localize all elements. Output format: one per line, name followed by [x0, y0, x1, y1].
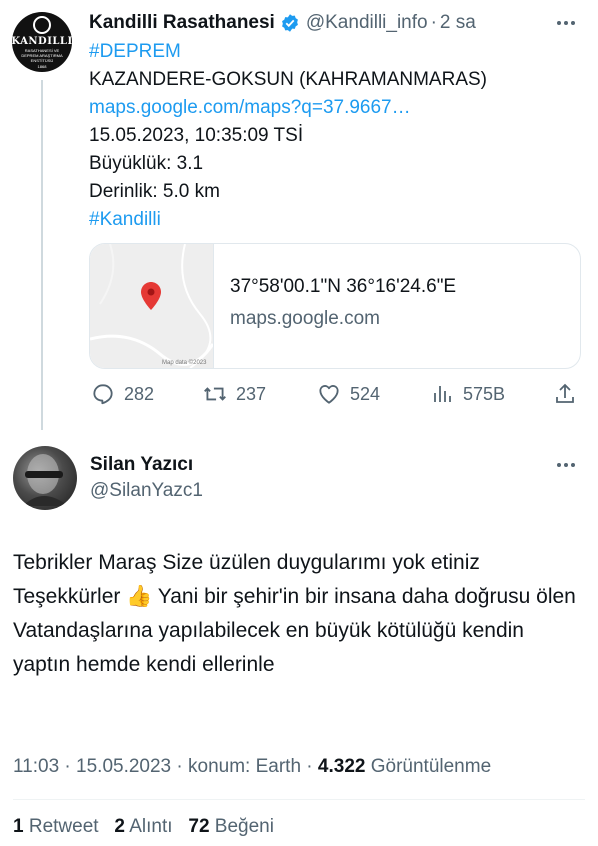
- like-count: 524: [350, 383, 381, 404]
- like-button[interactable]: 524: [316, 381, 380, 407]
- likes-count: 72: [188, 816, 210, 837]
- map-pin-icon: [141, 282, 161, 310]
- kandilli-logo-icon: [33, 15, 51, 34]
- tweet1-header: Kandilli Rasathanesi @Kandilli_info · 2 …: [89, 8, 476, 38]
- share-icon: [556, 383, 574, 403]
- author-name[interactable]: Kandilli Rasathanesi: [89, 12, 275, 34]
- tweet-meta: 11:03 · 15.05.2023 · konum: Earth · 4.32…: [13, 756, 491, 778]
- likes-stat[interactable]: 72 Beğeni: [188, 816, 274, 837]
- kandilli-avatar[interactable]: KANDILLI RASATHANESİ VE DEPREM ARAŞTIRMA…: [12, 12, 72, 72]
- quotes-label: Alıntı: [129, 816, 173, 837]
- avatar-logo-year: 1868: [37, 63, 47, 69]
- separator-dot: ·: [306, 756, 313, 777]
- retweets-stat[interactable]: 1 Retweet: [13, 816, 99, 837]
- link-card[interactable]: Map data ©2023 37°58'00.1"N 36°16'24.6"E…: [89, 243, 581, 369]
- views-label: Görüntülenme: [370, 756, 492, 777]
- avatar-photo: [23, 454, 68, 506]
- views-count: 4.322: [317, 756, 366, 777]
- avatar-logo-subtitle: RASATHANESİ VE DEPREM ARAŞTIRMA ENSTİTÜS…: [21, 47, 63, 63]
- card-title: 37°58'00.1"N 36°16'24.6"E: [230, 276, 457, 297]
- retweets-label: Retweet: [28, 816, 99, 837]
- datetime-line: 15.05.2023, 10:35:09 TSİ: [89, 125, 304, 146]
- quotes-count: 2: [114, 816, 125, 837]
- tweet-body: Tebrikler Maraş Size üzülen duygularımı …: [13, 551, 576, 676]
- likes-label: Beğeni: [214, 816, 274, 837]
- divider: [13, 799, 585, 800]
- map-caption: Map data ©2023: [162, 360, 207, 366]
- avatar-logo-title: KANDILLI: [12, 35, 72, 47]
- retweet-icon: [204, 387, 226, 401]
- author-handle[interactable]: @Kandilli_info: [306, 12, 428, 34]
- views-count: 575B: [463, 383, 506, 404]
- more-icon[interactable]: [557, 21, 575, 25]
- thread-line: [41, 80, 43, 430]
- like-icon: [319, 385, 339, 404]
- author-name[interactable]: Silan Yazıcı: [90, 454, 193, 476]
- separator-dot: ·: [430, 12, 437, 33]
- reply-icon: [93, 384, 113, 405]
- magnitude-line: Büyüklük: 3.1: [89, 153, 204, 174]
- share-button[interactable]: [553, 381, 585, 407]
- engagement-stats: 1 Retweet 2 Alıntı 72 Beğeni: [13, 816, 274, 838]
- reply-button[interactable]: 282: [90, 381, 154, 407]
- verified-badge-icon: [281, 14, 298, 32]
- more-icon[interactable]: [557, 463, 575, 467]
- tweet-location: konum: Earth: [188, 756, 302, 777]
- map-thumbnail: Map data ©2023: [90, 244, 214, 368]
- hashtag-kandilli[interactable]: #Kandilli: [89, 206, 161, 233]
- separator-dot: ·: [176, 756, 183, 777]
- card-domain: maps.google.com: [230, 308, 380, 329]
- tweet-date[interactable]: 15.05.2023: [76, 756, 171, 777]
- author-handle[interactable]: @SilanYazc1: [90, 480, 203, 502]
- retweets-count: 1: [13, 816, 24, 837]
- reply-count: 282: [124, 383, 155, 404]
- quotes-stat[interactable]: 2 Alıntı: [114, 816, 172, 837]
- silan-avatar[interactable]: [13, 446, 77, 510]
- retweet-button[interactable]: 237: [202, 381, 266, 407]
- maps-link[interactable]: maps.google.com/maps?q=37.9667…: [89, 94, 411, 121]
- location-line: KAZANDERE-GOKSUN (KAHRAMANMARAS): [89, 69, 487, 90]
- separator-dot: ·: [64, 756, 71, 777]
- depth-line: Derinlik: 5.0 km: [89, 181, 220, 202]
- tweet-time[interactable]: 2 sa: [440, 12, 476, 34]
- tweet-time[interactable]: 11:03: [13, 756, 59, 777]
- hashtag-deprem[interactable]: #DEPREM: [89, 38, 181, 65]
- retweet-count: 237: [236, 383, 267, 404]
- views-button[interactable]: 575B: [431, 381, 505, 407]
- views-icon: [434, 386, 451, 402]
